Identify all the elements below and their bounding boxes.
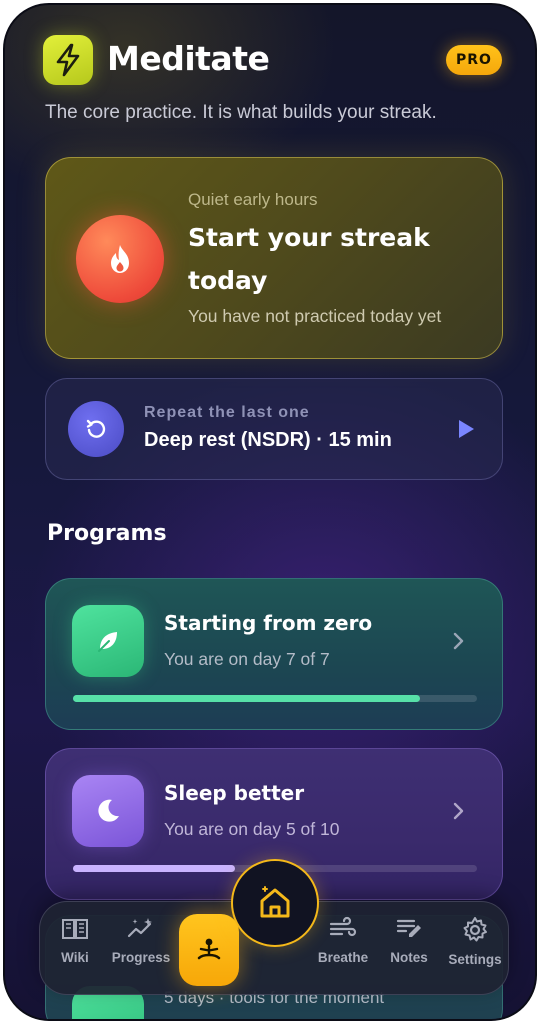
nav-item-notes[interactable]: Notes xyxy=(374,916,444,986)
flame-icon xyxy=(111,245,129,273)
program-icon-tile xyxy=(72,605,144,677)
repeat-eyebrow: Repeat the last one xyxy=(144,404,310,421)
nav-label: Notes xyxy=(390,950,428,965)
flame-badge xyxy=(76,215,164,303)
replay-icon xyxy=(86,419,106,438)
nav-label: Wiki xyxy=(61,950,89,965)
nav-item-settings[interactable]: Settings xyxy=(440,916,510,986)
nav-label: Settings xyxy=(448,952,502,967)
notes-pencil-icon xyxy=(396,919,421,937)
wind-icon xyxy=(329,916,357,937)
nav-label: Progress xyxy=(111,950,171,965)
nav-item-wiki[interactable]: Wiki xyxy=(40,916,110,986)
repeat-badge xyxy=(68,401,124,457)
moon-icon xyxy=(98,799,119,822)
meditation-icon xyxy=(197,938,221,960)
program-progress-fill xyxy=(73,695,421,702)
program-card-starting-from-zero[interactable]: Starting from zero You are on day 7 of 7 xyxy=(45,578,503,730)
book-icon xyxy=(62,919,88,939)
program-subtitle: You are on day 7 of 7 xyxy=(164,649,330,669)
home-button[interactable] xyxy=(231,859,319,947)
chevron-right-icon xyxy=(453,802,464,820)
leaf-icon xyxy=(98,632,117,652)
program-title: Sleep better xyxy=(164,781,305,805)
play-icon xyxy=(459,420,474,438)
page-subtitle: The core practice. It is what builds you… xyxy=(45,102,437,123)
nav-item-meditate[interactable] xyxy=(179,914,239,986)
program-title: Starting from zero xyxy=(164,611,373,635)
program-progress-fill xyxy=(73,865,235,872)
program-icon-tile xyxy=(72,775,144,847)
sparkle-chart-icon xyxy=(127,918,152,938)
play-button[interactable] xyxy=(454,417,478,441)
repeat-last-card[interactable]: Repeat the last one Deep rest (NSDR) · 1… xyxy=(45,378,503,480)
chevron-right-icon xyxy=(453,632,464,650)
streak-eyebrow: Quiet early hours xyxy=(188,190,318,209)
program-subtitle: You are on day 5 of 10 xyxy=(164,819,340,839)
repeat-title: Deep rest (NSDR) · 15 min xyxy=(144,429,392,451)
phone-screen: Meditate PRO The core practice. It is wh… xyxy=(3,3,537,1021)
pro-badge[interactable]: PRO xyxy=(446,45,502,75)
app-logo xyxy=(43,35,93,85)
start-streak-card[interactable]: Quiet early hours Start your streak toda… xyxy=(45,157,503,359)
nav-label: Breathe xyxy=(317,950,369,965)
programs-heading: Programs xyxy=(47,521,167,546)
home-icon xyxy=(260,886,290,918)
lightning-bolt-icon xyxy=(56,43,80,77)
nav-item-progress[interactable]: Progress xyxy=(106,916,176,986)
streak-title: Start your streak today xyxy=(188,223,430,295)
program-progress-track xyxy=(73,695,477,702)
streak-subtitle: You have not practiced today yet xyxy=(188,306,442,326)
page-title: Meditate xyxy=(107,39,270,78)
nav-item-breathe[interactable]: Breathe xyxy=(308,916,378,986)
gear-icon xyxy=(463,917,487,942)
